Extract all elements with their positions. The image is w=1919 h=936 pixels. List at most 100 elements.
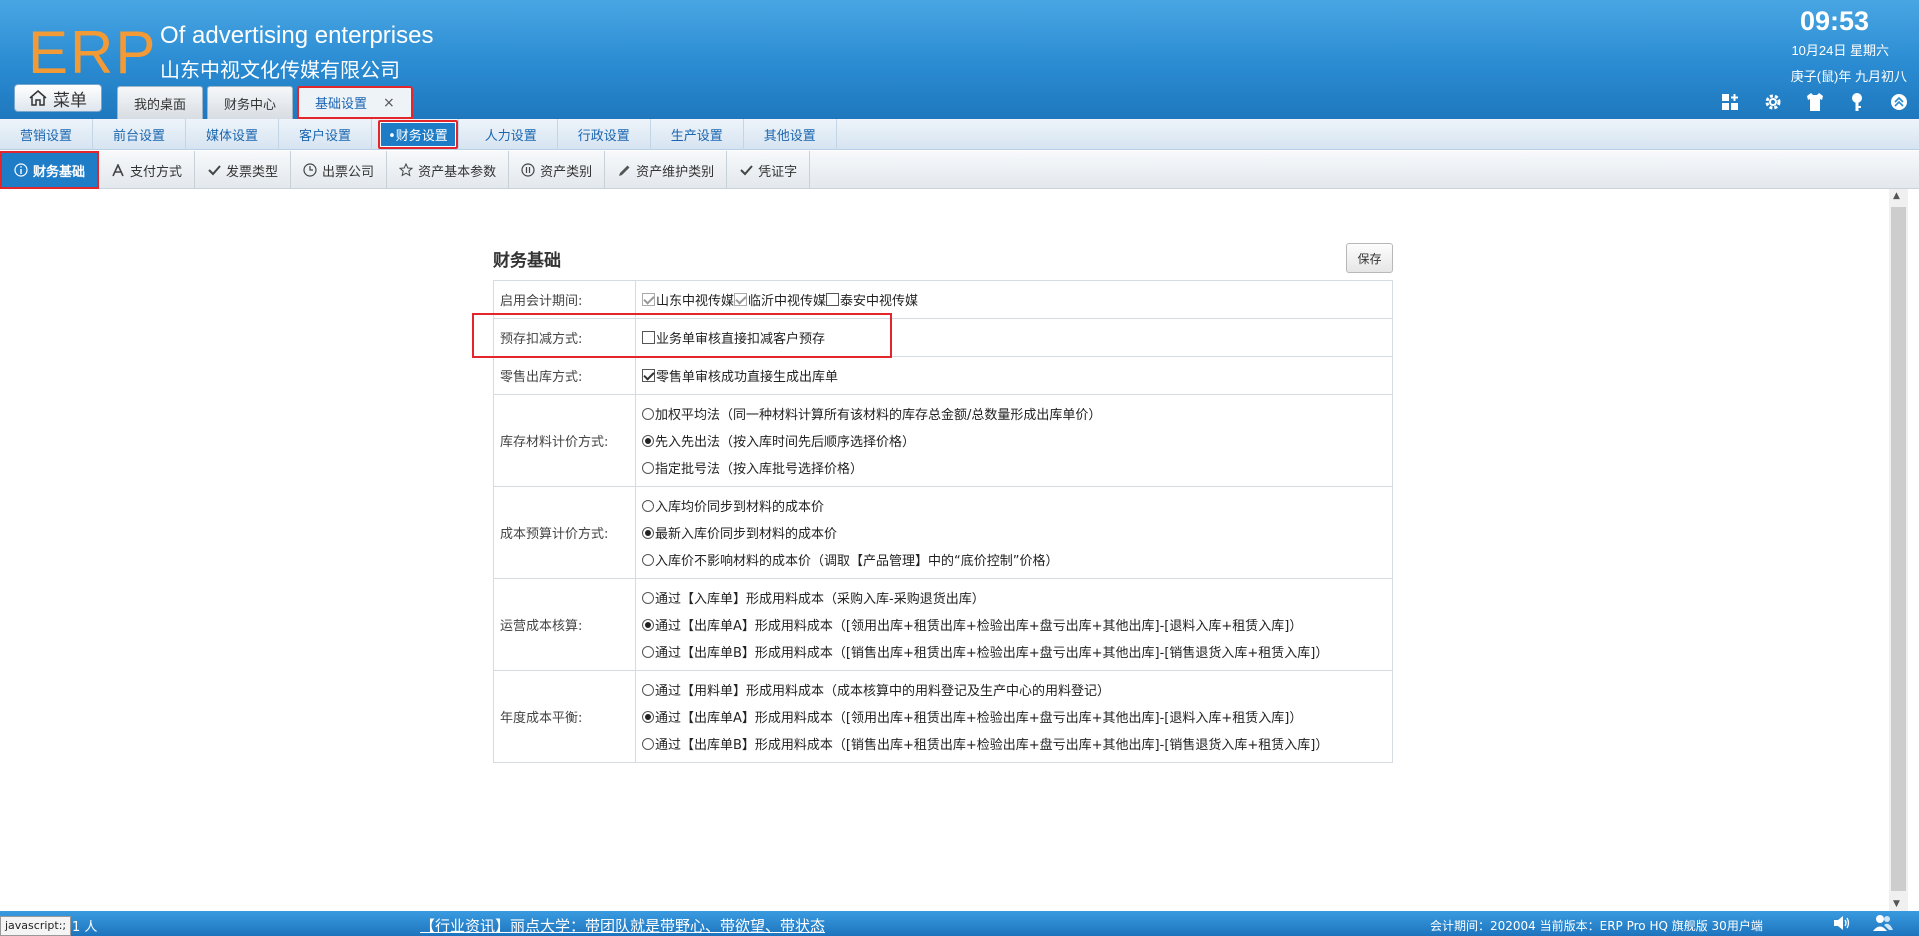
subnav-asset-parameters[interactable]: 资产基本参数 (387, 151, 510, 189)
checkbox-option[interactable]: 业务单审核直接扣减客户预存 (642, 328, 825, 347)
nav-customer-settings[interactable]: 客户设置 (279, 118, 373, 150)
scrollbar-thumb[interactable] (1891, 207, 1906, 891)
setting-label: 运营成本核算: (493, 578, 636, 671)
clock-icon (303, 163, 317, 177)
radio[interactable] (642, 710, 654, 723)
radio[interactable] (642, 618, 654, 631)
radio-option[interactable]: 通过【出库单B】形成用料成本（[销售出库+租赁出库+检验出库+盘亏出库+其他出库… (642, 638, 1392, 665)
nav-front-settings[interactable]: 前台设置 (93, 118, 187, 150)
radio[interactable] (642, 553, 654, 566)
option-label: 通过【出库单A】形成用料成本（[领用出库+租赁出库+检验出库+盘亏出库+其他出库… (655, 619, 1303, 634)
shirt-icon[interactable] (1803, 90, 1827, 114)
menu-button[interactable]: 菜单 (14, 84, 102, 112)
option-label: 通过【出库单B】形成用料成本（[销售出库+租赁出库+检验出库+盘亏出库+其他出库… (655, 738, 1329, 753)
radio-option[interactable]: 通过【出库单A】形成用料成本（[领用出库+租赁出库+检验出库+盘亏出库+其他出库… (642, 611, 1392, 638)
subnav-label: 发票类型 (226, 164, 279, 180)
pencil-icon (617, 163, 631, 177)
users-icon[interactable] (1872, 914, 1893, 934)
info-circle-icon (14, 163, 28, 177)
pause-circle-icon (521, 163, 535, 177)
vertical-scrollbar[interactable]: ▲ ▼ (1889, 189, 1908, 911)
save-button[interactable]: 保存 (1346, 243, 1393, 273)
subnav-invoice-types[interactable]: 发票类型 (195, 151, 292, 189)
setting-row-prepay-deduction: 预存扣减方式: 业务单审核直接扣减客户预存 (493, 318, 1393, 357)
clock-time: 09:53 (1799, 6, 1869, 36)
subnav-label: 出票公司 (322, 164, 375, 180)
radio[interactable] (642, 683, 654, 696)
key-icon[interactable] (1845, 90, 1869, 114)
checkbox[interactable] (642, 292, 655, 306)
page-title: 财务基础 (493, 251, 561, 271)
radio-option[interactable]: 加权平均法（同一种材料计算所有该材料的库存总金额/总数量形成出库单价） (642, 400, 1392, 427)
home-icon (29, 90, 47, 106)
radio[interactable] (642, 407, 654, 420)
speaker-icon[interactable] (1832, 914, 1852, 934)
radio-option[interactable]: 通过【入库单】形成用料成本（采购入库-采购退货出库） (642, 584, 1392, 611)
settings-table: 启用会计期间: 山东中视传媒 临沂中视传媒 泰安中视传媒 预存扣减方式: 业务单审核… (493, 280, 1393, 763)
setting-label: 成本预算计价方式: (493, 486, 636, 579)
scroll-down-icon[interactable]: ▼ (1893, 899, 1900, 909)
subnav-label: 资产基本参数 (418, 164, 497, 180)
checkbox[interactable] (826, 292, 840, 306)
radio-option[interactable]: 通过【用料单】形成用料成本（成本核算中的用料登记及生产中心的用料登记） (642, 676, 1392, 703)
subnav-payment-methods[interactable]: 支付方式 (99, 151, 196, 189)
nav-label: 生产设置 (670, 128, 723, 144)
scroll-up-icon[interactable]: ▲ (1893, 191, 1900, 201)
checkbox[interactable] (734, 292, 748, 306)
header-toolbar (1719, 90, 1911, 114)
star-icon (399, 163, 414, 177)
grid-add-icon[interactable] (1719, 90, 1743, 114)
nav-media-settings[interactable]: 媒体设置 (186, 118, 280, 150)
radio[interactable] (642, 645, 654, 658)
checkbox-option[interactable]: 山东中视传媒 (642, 290, 734, 309)
nav-other-settings[interactable]: 其他设置 (744, 118, 837, 150)
radio[interactable] (642, 499, 654, 512)
nav-finance-settings[interactable]: •财务设置 (378, 118, 459, 150)
option-label: 通过【入库单】形成用料成本（采购入库-采购退货出库） (655, 592, 985, 607)
tab-basic-settings[interactable]: 基础设置 × (297, 86, 413, 119)
collapse-up-icon[interactable] (1887, 90, 1911, 114)
nav-label: 其他设置 (763, 128, 816, 144)
tab-my-desktop[interactable]: 我的桌面 (117, 86, 204, 119)
checkbox-option[interactable]: 零售单审核成功直接生成出库单 (642, 366, 838, 385)
setting-label: 库存材料计价方式: (493, 394, 636, 487)
radio-option[interactable]: 通过【出库单B】形成用料成本（[销售出库+租赁出库+检验出库+盘亏出库+其他出库… (642, 730, 1392, 757)
subnav-voucher-words[interactable]: 凭证字 (727, 151, 811, 189)
radio[interactable] (642, 461, 654, 474)
radio-option[interactable]: 先入先出法（按入库时间先后顺序选择价格） (642, 427, 1392, 454)
checkbox-option[interactable]: 临沂中视传媒 (734, 290, 826, 309)
setting-row-accounting-period: 启用会计期间: 山东中视传媒 临沂中视传媒 泰安中视传媒 (493, 280, 1393, 319)
option-label: 业务单审核直接扣减客户预存 (656, 331, 826, 347)
radio[interactable] (642, 526, 654, 539)
setting-label: 年度成本平衡: (493, 670, 636, 763)
nav-production-settings[interactable]: 生产设置 (651, 118, 744, 150)
gear-icon[interactable] (1761, 90, 1785, 114)
tab-label: 财务中心 (224, 97, 277, 113)
tab-finance-center[interactable]: 财务中心 (207, 86, 294, 119)
radio-option[interactable]: 入库价不影响材料的成本价（调取【产品管理】中的“底价控制”价格） (642, 546, 1392, 573)
nav-marketing-settings[interactable]: 营销设置 (0, 118, 94, 150)
option-label: 指定批号法（按入库批号选择价格） (655, 462, 864, 477)
radio[interactable] (642, 434, 654, 447)
subnav-finance-basics[interactable]: 财务基础 (0, 151, 100, 189)
subnav-issuing-company[interactable]: 出票公司 (291, 151, 388, 189)
radio[interactable] (642, 737, 654, 750)
subnav-asset-categories[interactable]: 资产类别 (509, 151, 606, 189)
radio-option[interactable]: 入库均价同步到材料的成本价 (642, 492, 1392, 519)
radio-option[interactable]: 通过【出库单A】形成用料成本（[领用出库+租赁出库+检验出库+盘亏出库+其他出库… (642, 703, 1392, 730)
radio[interactable] (642, 591, 654, 604)
subnav-asset-maintenance-categories[interactable]: 资产维护类别 (605, 151, 728, 189)
close-icon[interactable]: × (383, 95, 395, 111)
radio-option[interactable]: 指定批号法（按入库批号选择价格） (642, 454, 1392, 481)
checkbox-option[interactable]: 泰安中视传媒 (826, 290, 918, 309)
nav-hr-settings[interactable]: 人力设置 (465, 118, 558, 150)
company-name-en: Of advertising enterprises (160, 22, 434, 49)
radio-option[interactable]: 最新入库价同步到材料的成本价 (642, 519, 1392, 546)
settings-category-nav: 营销设置 前台设置 媒体设置 客户设置 •财务设置 人力设置 行政设置 生产设置… (0, 118, 1919, 150)
nav-label: 前台设置 (113, 128, 166, 144)
check-icon (739, 163, 753, 177)
nav-admin-settings[interactable]: 行政设置 (558, 118, 651, 150)
checkbox[interactable] (642, 330, 655, 344)
checkbox[interactable] (642, 368, 655, 382)
news-ticker-link[interactable]: 【行业资讯】丽点大学：带团队就是带野心、带欲望、带状态 (420, 915, 825, 936)
